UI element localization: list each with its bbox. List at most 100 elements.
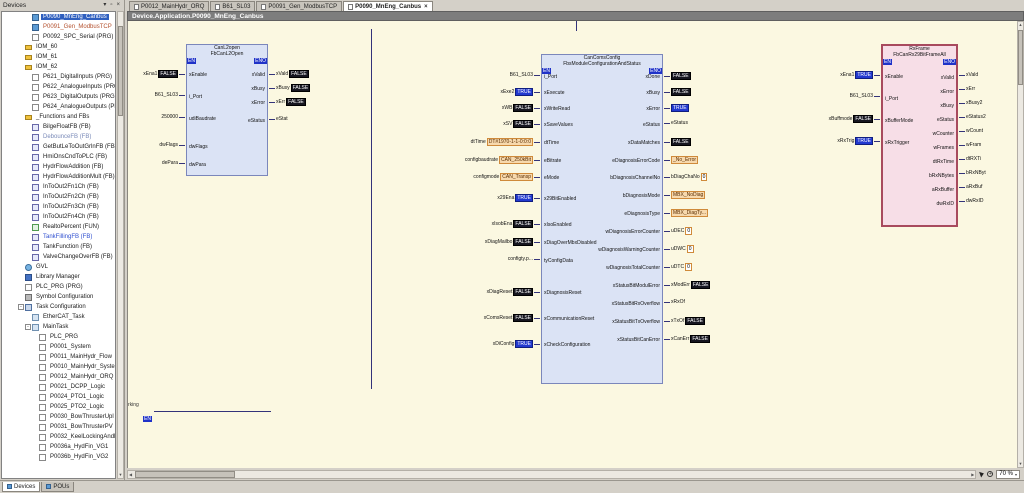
tree-item-p0036a-hydfin-vg1[interactable]: P0036a_HydFin_VG1 bbox=[2, 442, 115, 452]
tree-item-hydrflowaddition-fb[interactable]: HydrFlowAddition (FB) bbox=[2, 162, 115, 172]
tree-scrollbar-thumb[interactable] bbox=[118, 26, 123, 116]
tree-item-hydrflowadditionmult-fb[interactable]: HydrFlowAdditionMult (FB) bbox=[2, 172, 115, 182]
statusbar-tab-pous[interactable]: POUs bbox=[41, 482, 75, 492]
tab-p0012-mainhydr-orq[interactable]: P0012_MainHydr_ORQ bbox=[129, 1, 210, 11]
fbd-block-canl2open[interactable]: CanL2open FbCanL2Open EN ENO xEnable i_Port ud… bbox=[186, 44, 268, 176]
input-operand-xwriteread[interactable]: xWB FALSE bbox=[390, 104, 540, 112]
input-operand-xdiagnosisreset[interactable]: xDiagReset FALSE bbox=[390, 288, 540, 296]
tree-item-getbutletooutgrlnfb-fb[interactable]: GetButLeToOutGrlnFB (FB) bbox=[2, 142, 115, 152]
output-operand-wdiagnosiswarningcounter[interactable]: uDWC 0 bbox=[664, 245, 794, 253]
input-operand-i-port[interactable]: B61_SL03 bbox=[129, 92, 185, 98]
tree-item-realtopercent-fun[interactable]: RealtoPercent (FUN) bbox=[2, 222, 115, 232]
tree-item-p0011-mainhydr-flow[interactable]: P0011_MainHydr_Flow bbox=[2, 352, 115, 362]
input-operand-tyconfigdata[interactable]: configty.p... bbox=[390, 256, 540, 262]
tree-item-valvechangeoverfb-fb[interactable]: ValveChangeOverFB (FB) bbox=[2, 252, 115, 262]
input-operand-dwpara[interactable]: dePara bbox=[129, 160, 185, 166]
cursor-tool-icon[interactable] bbox=[979, 470, 986, 478]
input-operand-i-port[interactable]: B61_SL03 bbox=[390, 72, 540, 78]
tree-item-p622-analogueinputs-prg[interactable]: P622_AnalogueInputs (PRG) bbox=[2, 82, 115, 92]
output-operand-ediagnosiserrorcode[interactable]: _No_Error bbox=[664, 156, 794, 164]
scroll-right-icon[interactable]: ▶ bbox=[970, 472, 975, 477]
tree-item-p623-digitaloutputs-prg[interactable]: P623_DigitalOutputs (PRG) bbox=[2, 92, 115, 102]
tree-item-p0001-system[interactable]: P0001_System bbox=[2, 342, 115, 352]
panel-menu-icon[interactable]: ▾ bbox=[102, 2, 107, 9]
tree-item-library-manager[interactable]: Library Manager bbox=[2, 272, 115, 282]
output-operand-xstatusbitrxoverflow[interactable]: xRxOf bbox=[664, 299, 794, 305]
tree-item-intoout2fn3ch-fb[interactable]: InToOut2Fn3Ch (FB) bbox=[2, 202, 115, 212]
input-operand-xsavevalues[interactable]: xSV FALSE bbox=[390, 120, 540, 128]
input-operand-xcommunicationreset[interactable]: xComsReset FALSE bbox=[390, 314, 540, 322]
tree-item-tankfunction-fb[interactable]: TankFunction (FB) bbox=[2, 242, 115, 252]
zoom-tool-icon[interactable]: + bbox=[987, 471, 994, 477]
tree-item-p0030-bowthrusterupl[interactable]: P0030_BowThrusterUpl bbox=[2, 412, 115, 422]
panel-pin-icon[interactable]: ▫ bbox=[109, 2, 113, 9]
output-operand-estatus[interactable]: eStatus2 bbox=[959, 114, 1017, 120]
input-operand-dwflags[interactable]: dwFlags bbox=[129, 142, 185, 148]
output-operand-xbusy[interactable]: xBusy2 bbox=[959, 100, 1017, 106]
zoom-level-select[interactable]: 70 % ▾ bbox=[996, 469, 1020, 479]
tree-item-bilgefloatfb-fb[interactable]: BilgeFloatFB (FB) bbox=[2, 122, 115, 132]
hscrollbar-thumb[interactable] bbox=[135, 470, 236, 478]
tree-item-iom-62[interactable]: IOM_62 bbox=[2, 62, 115, 72]
tree-item-p0025-pto2-logic[interactable]: P0025_PTO2_Logic bbox=[2, 402, 115, 412]
tree-item-plc-prg[interactable]: PLC_PRG bbox=[2, 332, 115, 342]
tree-item-plc-prg-prg[interactable]: PLC_PRG (PRG) bbox=[2, 282, 115, 292]
input-operand-emode[interactable]: configmode CAN_Transp bbox=[390, 173, 540, 181]
input-operand-udibaudrate[interactable]: 250000 bbox=[129, 114, 185, 120]
vscrollbar-thumb[interactable] bbox=[1018, 30, 1023, 85]
tree-item-p0091-gen-modbustcp[interactable]: P0091_Gen_ModbusTCP bbox=[2, 22, 115, 32]
tree-item-p0012-mainhydr-orq[interactable]: P0012_MainHydr_ORQ bbox=[2, 372, 115, 382]
tree-item-hmionscndtoplc-fb[interactable]: HmiOnsCndToPLC (FB) bbox=[2, 152, 115, 162]
output-operand-estatus[interactable]: eStat bbox=[269, 116, 399, 122]
tree-item-gvl[interactable]: GVL bbox=[2, 262, 115, 272]
expander-icon[interactable]: - bbox=[18, 304, 24, 310]
tree-item-ethercat-task[interactable]: EtherCAT_Task bbox=[2, 312, 115, 322]
tree-item-p0092-spc-serial-prg[interactable]: P0092_SPC_Serial (PRG) bbox=[2, 32, 115, 42]
output-operand-ediagnosistype[interactable]: MBX_DiagTy... bbox=[664, 209, 794, 217]
tree-item-debouncefb-fb[interactable]: DebounceFB (FB) bbox=[2, 132, 115, 142]
input-operand-xenable[interactable]: xEna1 FALSE bbox=[129, 70, 185, 78]
output-operand-arxbuffer[interactable]: aRxBuf bbox=[959, 184, 1017, 190]
tree-scroll-down-icon[interactable]: ▼ bbox=[119, 472, 123, 478]
device-tree[interactable]: P0090_MnEng_Canbus P0091_Gen_ModbusTCP P00… bbox=[1, 11, 116, 479]
tree-item-p624-analogueoutputs-prg[interactable]: P624_AnalogueOutputs (PRG) bbox=[2, 102, 115, 112]
tree-item-p0010-mainhydr-syste[interactable]: P0010_MainHydr_Syste bbox=[2, 362, 115, 372]
output-operand-xstatusbitcanerror[interactable]: xCanErr FALSE bbox=[664, 335, 794, 343]
output-operand-xbusy[interactable]: xBusy FALSE bbox=[269, 84, 399, 92]
tree-item-iom-61[interactable]: IOM_61 bbox=[2, 52, 115, 62]
tree-scrollbar[interactable]: ▼ bbox=[117, 11, 124, 479]
output-operand-brxnbytes[interactable]: bRxNByt bbox=[959, 170, 1017, 176]
expander-icon[interactable]: - bbox=[25, 324, 31, 330]
output-operand-xerror[interactable]: xErr bbox=[959, 86, 1017, 92]
output-operand-xvalid[interactable]: xVald FALSE bbox=[269, 70, 399, 78]
scroll-down-icon[interactable]: ▼ bbox=[1019, 461, 1023, 467]
output-operand-wframes[interactable]: wFram bbox=[959, 142, 1017, 148]
tab-p0091-gen-modbustcp[interactable]: P0091_Gen_ModbusTCP bbox=[256, 1, 343, 11]
output-operand-wdiagnosiserrorcounter[interactable]: uDEC 0 bbox=[664, 227, 794, 235]
input-operand-x29bitenabled[interactable]: x29Ena TRUE bbox=[390, 194, 540, 202]
output-operand-dtrxtime[interactable]: dtRXTi bbox=[959, 156, 1017, 162]
input-operand-xexecute[interactable]: xExe2 TRUE bbox=[390, 88, 540, 96]
fbd-canvas[interactable]: CanL2open FbCanL2Open EN ENO xEnable i_Port ud… bbox=[127, 21, 1017, 468]
hscroll-track[interactable] bbox=[133, 470, 970, 478]
output-operand-xvalid[interactable]: xVald bbox=[959, 72, 1017, 78]
tree-item-iom-60[interactable]: IOM_60 bbox=[2, 42, 115, 52]
input-operand-xbuffermode[interactable]: xBuffmode FALSE bbox=[762, 115, 880, 123]
fbd-block-cancomsconfig[interactable]: CanComsConfig FbsModuleConfigurationAndSt… bbox=[541, 54, 663, 384]
tree-item-p0036b-hydfin-vg2[interactable]: P0036b_HydFin_VG2 bbox=[2, 452, 115, 462]
input-operand-xcheckconfiguration[interactable]: xDiConfig TRUE bbox=[390, 340, 540, 348]
tree-item-tankfillingfb-fb[interactable]: TankFillingFB (FB) bbox=[2, 232, 115, 242]
output-operand-xerror[interactable]: TRUE bbox=[664, 104, 794, 112]
tree-item-p0024-pto1-logic[interactable]: P0024_PTO1_Logic bbox=[2, 392, 115, 402]
tree-item-maintask[interactable]: - MainTask bbox=[2, 322, 115, 332]
horizontal-scrollbar[interactable]: ◀ ▶ bbox=[127, 469, 977, 479]
input-operand-xrxtrigger[interactable]: xRxTrig TRUE bbox=[762, 137, 880, 145]
close-icon[interactable]: × bbox=[424, 4, 428, 10]
input-operand-dttime[interactable]: dtTime DT#1970-1-1-0:0:0 bbox=[390, 138, 540, 146]
fbd-block-rxframe[interactable]: RxFrame FbCanRx29BitFrameAll EN ENO xEnable i… bbox=[881, 44, 958, 227]
tab-p0090-mneng-canbus[interactable]: P0090_MnEng_Canbus × bbox=[343, 1, 433, 11]
tree-item-intoout2fn2ch-fb[interactable]: InToOut2Fn2Ch (FB) bbox=[2, 192, 115, 202]
panel-close-icon[interactable]: × bbox=[115, 2, 121, 9]
output-operand-xstatusbittxoverflow[interactable]: xTxOf FALSE bbox=[664, 317, 794, 325]
output-operand-dwrxid[interactable]: dwRxID bbox=[959, 198, 1017, 204]
